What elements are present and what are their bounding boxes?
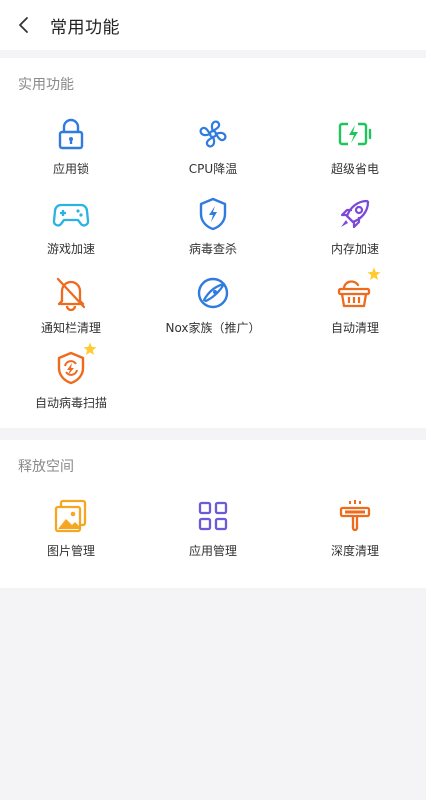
feature-cpu-cooling[interactable]: CPU降温 — [142, 114, 284, 194]
feature-label: 内存加速 — [330, 242, 379, 256]
feature-label: 深度清理 — [330, 544, 379, 558]
top-bar: 常用功能 — [0, 0, 426, 50]
feature-label: 自动病毒扫描 — [34, 396, 107, 410]
shield-bolt-icon — [199, 197, 227, 231]
feature-deep-clean[interactable]: 深度清理 — [284, 496, 426, 576]
star-badge-icon — [367, 267, 381, 280]
feature-label: CPU降温 — [188, 162, 238, 176]
page-title: 常用功能 — [50, 17, 120, 38]
fan-icon — [199, 120, 227, 148]
battery-charging-icon — [338, 122, 372, 146]
feature-nox-family[interactable]: Nox家族（推广） — [142, 273, 284, 353]
feature-memory-boost[interactable]: 内存加速 — [284, 194, 426, 274]
feature-auto-clean[interactable]: 自动清理 — [284, 267, 426, 353]
feature-label: 病毒查杀 — [188, 242, 237, 256]
section-title: 实用功能 — [18, 77, 74, 93]
bell-off-icon — [56, 277, 86, 311]
nox-logo-icon — [197, 277, 229, 309]
star-badge-icon — [83, 342, 97, 355]
lock-icon — [58, 118, 84, 150]
feature-auto-virus-scan[interactable]: 自动病毒扫描 — [0, 342, 142, 428]
feature-app-manager[interactable]: 应用管理 — [142, 496, 284, 576]
section-free-space: 释放空间 图片管理 应用管理 深度清理 — [0, 440, 426, 588]
broom-icon — [339, 500, 371, 532]
rocket-icon — [340, 199, 370, 229]
feature-label: 应用管理 — [188, 544, 237, 558]
feature-label: 应用锁 — [52, 162, 89, 176]
section-title: 释放空间 — [18, 459, 74, 475]
feature-app-lock[interactable]: 应用锁 — [0, 114, 142, 194]
feature-image-manager[interactable]: 图片管理 — [0, 496, 142, 576]
image-icon — [54, 499, 87, 533]
feature-label: 超级省电 — [330, 162, 379, 176]
gamepad-icon — [52, 203, 90, 227]
feature-virus-scan[interactable]: 病毒查杀 — [142, 194, 284, 274]
section-utilities: 实用功能 应用锁 CPU降温 超级省电 游戏加速 病毒查杀 内存加速 通知栏清理… — [0, 58, 426, 428]
apps-grid-icon — [198, 501, 228, 531]
feature-label: 自动清理 — [330, 321, 379, 335]
feature-label: 游戏加速 — [46, 242, 95, 256]
feature-notification-clean[interactable]: 通知栏清理 — [0, 273, 142, 353]
back-button[interactable] — [2, 0, 46, 50]
feature-label: Nox家族（推广） — [165, 321, 261, 335]
back-arrow-icon — [19, 17, 28, 33]
feature-game-boost[interactable]: 游戏加速 — [0, 194, 142, 274]
feature-label: 通知栏清理 — [40, 321, 101, 335]
feature-power-saving[interactable]: 超级省电 — [284, 114, 426, 194]
feature-label: 图片管理 — [46, 544, 95, 558]
